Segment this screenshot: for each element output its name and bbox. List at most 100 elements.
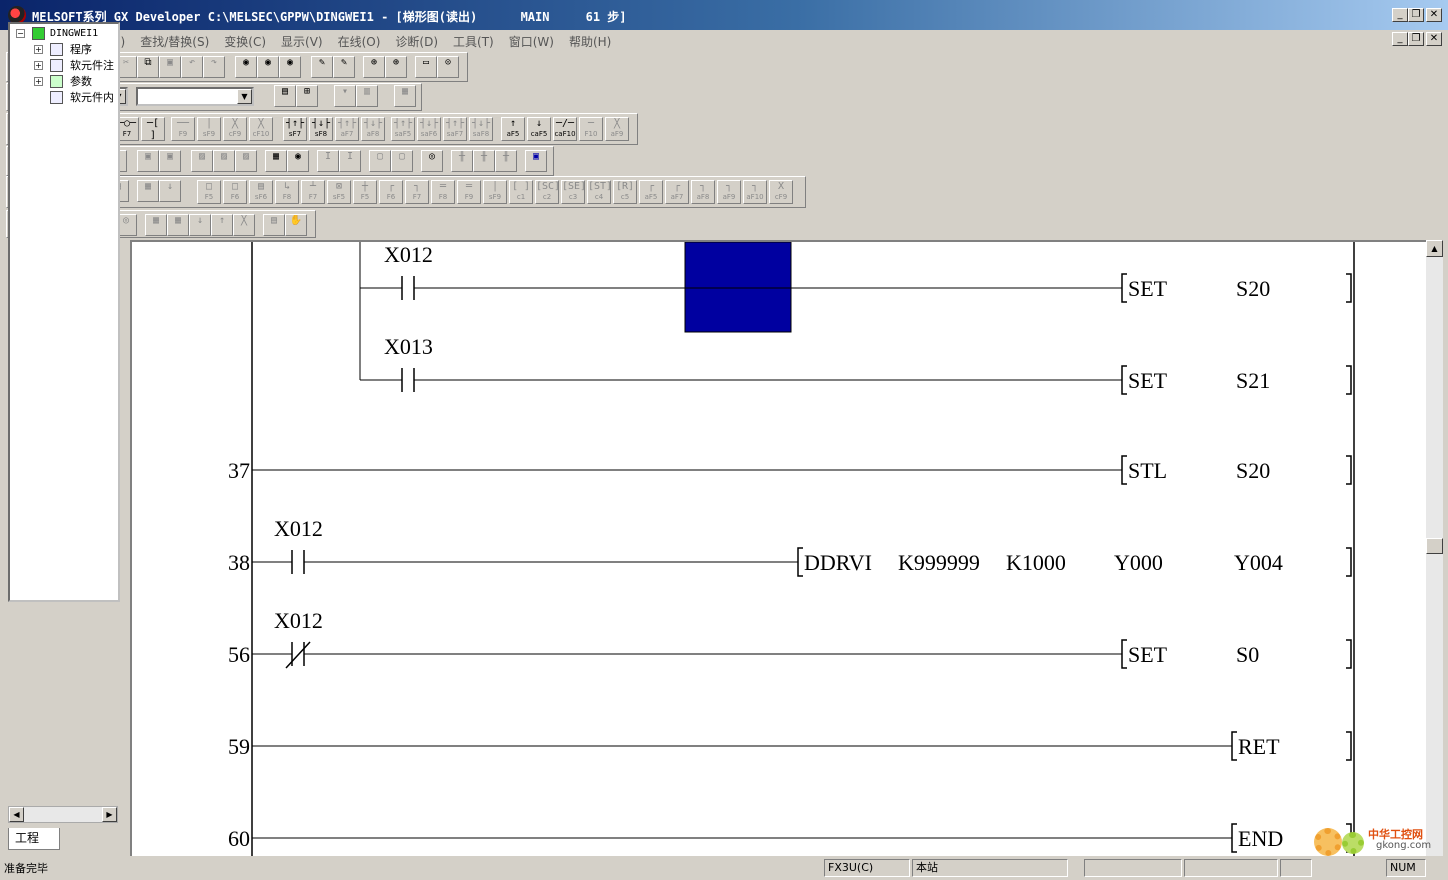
scroll-left-icon[interactable]: ◀: [9, 807, 24, 822]
program-name-select[interactable]: ▼: [136, 87, 254, 106]
sfc-key-c1[interactable]: [ ] c1: [509, 180, 533, 204]
editor-vertical-scrollbar[interactable]: ▲: [1426, 240, 1443, 856]
ladder-key-saf6[interactable]: ┤↓├ saF6: [417, 117, 441, 141]
read-plc-icon[interactable]: ✎: [333, 56, 355, 78]
ladder-key-saf8[interactable]: ┤↓├ saF8: [469, 117, 493, 141]
sfc-grid-icon[interactable]: ▦: [137, 180, 159, 202]
ladder-key-af7[interactable]: ┤↑├ aF7: [335, 117, 359, 141]
monitor-start-icon[interactable]: ⊕: [363, 56, 385, 78]
step-end-icon[interactable]: Ī: [339, 150, 361, 172]
menu-item-5[interactable]: 在线(O): [338, 33, 381, 50]
entry-icon[interactable]: ▦: [145, 214, 167, 236]
sfc-key-f9[interactable]: ═ F9: [457, 180, 481, 204]
collapse-icon[interactable]: −: [16, 29, 25, 38]
entry-list-icon[interactable]: ▦: [167, 214, 189, 236]
zoom-icon[interactable]: ⊙: [437, 56, 459, 78]
chevron-down-icon[interactable]: ▼: [237, 89, 252, 104]
sfc-key-sf9[interactable]: │ sF9: [483, 180, 507, 204]
restore-button[interactable]: ❐: [1408, 8, 1424, 22]
undo-icon[interactable]: ↶: [181, 56, 203, 78]
ladder-key-f8[interactable]: ─[ ]F8: [141, 117, 165, 141]
menu-item-9[interactable]: 帮助(H): [569, 33, 611, 50]
doc-restore-button[interactable]: ❐: [1408, 32, 1424, 46]
ladder-key-f9[interactable]: ── F9: [171, 117, 195, 141]
monitor-write-icon[interactable]: ▣: [159, 150, 181, 172]
sfc-key-f5[interactable]: □ F5: [197, 180, 221, 204]
ladder-key-sf8[interactable]: ┤↓├ sF8: [309, 117, 333, 141]
ladder-key-caf5[interactable]: ↓ caF5: [527, 117, 551, 141]
menu-item-6[interactable]: 诊断(D): [395, 33, 438, 50]
ladder-diagram[interactable]: X012 SET S20 X013 SET S21 37 STL S20 38 X012 DDRVI K…: [132, 242, 1426, 856]
step-jump-icon[interactable]: Ī: [317, 150, 339, 172]
sfc-key-f8[interactable]: ↳ F8: [275, 180, 299, 204]
expand-icon[interactable]: +: [34, 77, 43, 86]
redo-icon[interactable]: ↷: [203, 56, 225, 78]
sfc-down-icon[interactable]: ↓: [159, 180, 181, 202]
doc-close-button[interactable]: ✕: [1426, 32, 1442, 46]
sfc-key-af8[interactable]: ┐ aF8: [691, 180, 715, 204]
scroll-thumb[interactable]: [1426, 538, 1443, 554]
sfc-key-cf9[interactable]: XcF9: [769, 180, 793, 204]
program-tree-icon[interactable]: ⊞: [296, 85, 318, 107]
ladder-key-saf5[interactable]: ┤↑├ saF5: [391, 117, 415, 141]
device-list-icon[interactable]: ▦: [265, 150, 287, 172]
minimize-button[interactable]: _: [1392, 8, 1408, 22]
sfc-key-af9[interactable]: ┐ aF9: [717, 180, 741, 204]
paste-icon[interactable]: ▣: [159, 56, 181, 78]
tree-horizontal-scrollbar[interactable]: ◀ ▶: [8, 806, 118, 823]
instruction-search-icon[interactable]: ◉: [257, 56, 279, 78]
sfc-key-sf6[interactable]: ▤ sF6: [249, 180, 273, 204]
sfc-key-c2[interactable]: [SC] c2: [535, 180, 559, 204]
ladder-key-sf7[interactable]: ┤↑├ sF7: [283, 117, 307, 141]
menu-item-7[interactable]: 工具(T): [453, 33, 494, 50]
jump-down-icon[interactable]: ↓: [189, 214, 211, 236]
jump-up-icon[interactable]: ↑: [211, 214, 233, 236]
ladder-editor[interactable]: X012 SET S20 X013 SET S21 37 STL S20 38 X012 DDRVI K…: [130, 240, 1426, 856]
menu-item-2[interactable]: 查找/替换(S): [140, 33, 209, 50]
ladder-key-caf10[interactable]: ─/─ caF10: [553, 117, 577, 141]
note-icon[interactable]: ▦: [394, 85, 416, 107]
ladder-key-saf7[interactable]: ┤↑├ saF7: [443, 117, 467, 141]
tab-project[interactable]: 工程: [8, 828, 60, 850]
monitor-stop-icon[interactable]: ⊕: [385, 56, 407, 78]
scroll-up-icon[interactable]: ▲: [1426, 240, 1443, 257]
list-mode-icon[interactable]: ▤: [274, 85, 296, 107]
comment-icon[interactable]: ▾: [334, 85, 356, 107]
sfc-key-af7[interactable]: ┌ aF7: [665, 180, 689, 204]
write-plc-icon[interactable]: ✎: [311, 56, 333, 78]
sfc-key-f7[interactable]: ┴ F7: [301, 180, 325, 204]
sfc-branch-icon[interactable]: ╫: [451, 150, 473, 172]
scroll-right-icon[interactable]: ▶: [102, 807, 117, 822]
menu-item-8[interactable]: 窗口(W): [509, 33, 554, 50]
device-search-icon[interactable]: ◉: [235, 56, 257, 78]
doc-minimize-button[interactable]: _: [1392, 32, 1408, 46]
statement-icon[interactable]: ▥: [356, 85, 378, 107]
sfc-key-c5[interactable]: [R] c5: [613, 180, 637, 204]
device-test-icon[interactable]: ◉: [287, 150, 309, 172]
sfc-key-f6[interactable]: □ F6: [223, 180, 247, 204]
convert-online-icon[interactable]: ▨: [235, 150, 257, 172]
sfc-key-af5[interactable]: ┌ aF5: [639, 180, 663, 204]
ladder-key-f10[interactable]: ─ F10: [579, 117, 603, 141]
expand-icon[interactable]: +: [34, 45, 43, 54]
convert-all-icon[interactable]: ▨: [213, 150, 235, 172]
contact-search-icon[interactable]: ◉: [279, 56, 301, 78]
convert-icon[interactable]: ▨: [191, 150, 213, 172]
ladder-key-sf9[interactable]: │ sF9: [197, 117, 221, 141]
block-icon[interactable]: ▢: [369, 150, 391, 172]
sfc-key-af10[interactable]: ┐ aF10: [743, 180, 767, 204]
display-icon[interactable]: ▣: [525, 150, 547, 172]
ladder-key-af9[interactable]: ╳ aF9: [605, 117, 629, 141]
ladder-key-af5[interactable]: ↑ aF5: [501, 117, 525, 141]
sfc-key-sf5[interactable]: ⊠ sF5: [327, 180, 351, 204]
sfc-key-f5[interactable]: ┼ F5: [353, 180, 377, 204]
sfc-key-f6[interactable]: ┌ F6: [379, 180, 403, 204]
find-icon[interactable]: ◎: [421, 150, 443, 172]
sfc-key-f8[interactable]: ═ F8: [431, 180, 455, 204]
display-window-icon[interactable]: ▭: [415, 56, 437, 78]
expand-icon[interactable]: +: [34, 61, 43, 70]
block-list-icon[interactable]: ▢: [391, 150, 413, 172]
monitor-mode-icon[interactable]: ▣: [137, 150, 159, 172]
hand-icon[interactable]: ✋: [285, 214, 307, 236]
menu-item-3[interactable]: 变换(C): [224, 33, 266, 50]
